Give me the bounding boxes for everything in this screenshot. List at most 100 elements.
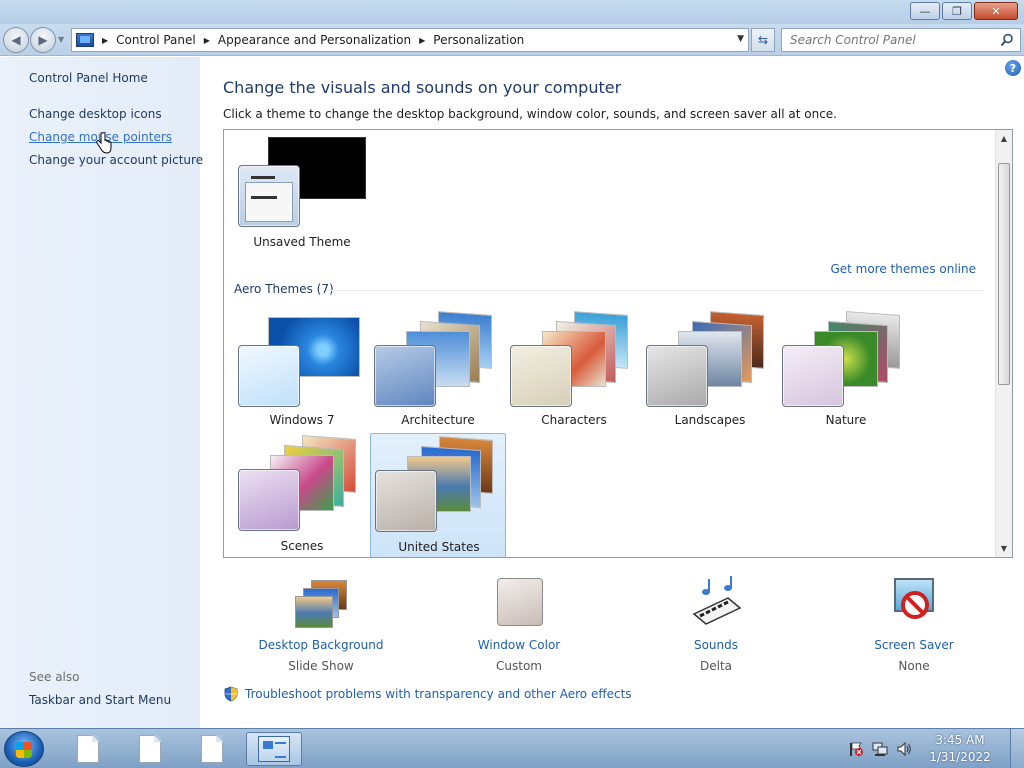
theme-scenes[interactable]: Scenes	[234, 433, 370, 557]
personalization-icon	[258, 736, 290, 762]
change-desktop-icons-link[interactable]: Change desktop icons	[29, 107, 162, 121]
control-panel-icon	[76, 33, 94, 47]
address-dropdown-icon[interactable]: ▼	[737, 34, 744, 44]
navigation-bar: ◀ ▶ ▼ ▶ Control Panel ▶ Appearance and P…	[0, 24, 1024, 56]
search-box[interactable]	[781, 28, 1021, 52]
scrollbar-thumb[interactable]	[998, 163, 1010, 385]
maximize-button[interactable]: ❐	[942, 2, 972, 20]
change-account-picture-link[interactable]: Change your account picture	[29, 153, 203, 167]
clock-time: 3:45 AM	[935, 733, 985, 747]
search-icon[interactable]	[1000, 33, 1014, 47]
setting-value: Custom	[496, 659, 542, 673]
setting-name[interactable]: Sounds	[616, 638, 816, 652]
troubleshoot-link[interactable]: Troubleshoot problems with transparency …	[245, 687, 632, 701]
sounds-icon	[688, 576, 744, 632]
desktop-background-setting[interactable]: Desktop Background Slide Show	[221, 576, 421, 673]
architecture-color-swatch	[374, 345, 436, 407]
help-icon[interactable]: ?	[1005, 60, 1021, 76]
minimize-button[interactable]: —	[910, 2, 940, 20]
get-more-themes-link[interactable]: Get more themes online	[830, 262, 976, 276]
group-divider	[326, 290, 984, 291]
theme-unsaved[interactable]: Unsaved Theme	[234, 135, 370, 261]
setting-name[interactable]: Window Color	[419, 638, 619, 652]
screen-saver-icon	[886, 576, 942, 632]
scenes-color-swatch	[238, 469, 300, 531]
setting-name[interactable]: Screen Saver	[814, 638, 1014, 652]
theme-characters[interactable]: Characters	[506, 309, 642, 435]
window-color-setting[interactable]: Window Color Custom	[419, 576, 619, 673]
address-bar[interactable]: ▶ Control Panel ▶ Appearance and Persona…	[71, 28, 749, 52]
theme-list[interactable]: Unsaved Theme Get more themes online Aer…	[223, 129, 1013, 558]
clock-date: 1/31/2022	[929, 750, 991, 764]
document-icon	[139, 735, 161, 763]
unsaved-theme-color-swatch	[238, 165, 300, 227]
hand-cursor-icon	[96, 132, 112, 154]
window-color-icon	[491, 576, 547, 632]
theme-list-scrollbar[interactable]: ▲ ▼	[995, 130, 1012, 557]
theme-nature[interactable]: Nature	[778, 309, 914, 435]
recent-pages-chevron-icon[interactable]: ▼	[58, 35, 64, 44]
scroll-up-arrow-icon[interactable]: ▲	[996, 130, 1012, 147]
troubleshoot-row[interactable]: Troubleshoot problems with transparency …	[223, 686, 632, 702]
task-pane: Control Panel Home Change desktop icons …	[0, 57, 203, 728]
theme-label: Unsaved Theme	[253, 235, 351, 249]
theme-united-states[interactable]: United States	[370, 433, 506, 557]
breadcrumb-appearance[interactable]: Appearance and Personalization	[218, 33, 411, 47]
theme-label: Nature	[825, 413, 867, 427]
taskbar-start-menu-link[interactable]: Taskbar and Start Menu	[29, 693, 171, 707]
breadcrumb-separator-icon[interactable]: ▶	[419, 36, 425, 45]
breadcrumb-personalization[interactable]: Personalization	[433, 33, 524, 47]
taskbar-document-button[interactable]	[184, 732, 240, 766]
system-clock[interactable]: 3:45 AM 1/31/2022	[920, 732, 1000, 766]
characters-color-swatch	[510, 345, 572, 407]
landscapes-color-swatch	[646, 345, 708, 407]
desktop-background-icon	[293, 576, 349, 632]
control-panel-home-link[interactable]: Control Panel Home	[29, 71, 148, 85]
search-input[interactable]	[790, 33, 990, 47]
network-icon[interactable]	[872, 741, 888, 757]
taskbar-personalization-button[interactable]	[246, 732, 302, 766]
taskbar: 3:45 AM 1/31/2022	[0, 728, 1024, 768]
show-desktop-button[interactable]	[1010, 729, 1024, 768]
volume-icon[interactable]	[896, 741, 912, 757]
breadcrumb-separator-icon[interactable]: ▶	[102, 36, 108, 45]
setting-value: Delta	[699, 659, 732, 673]
refresh-button[interactable]: ⇆	[751, 28, 775, 52]
setting-value: Slide Show	[288, 659, 354, 673]
taskbar-document-button[interactable]	[122, 732, 178, 766]
forward-button[interactable]: ▶	[30, 27, 56, 53]
document-icon	[201, 735, 223, 763]
notification-area: 3:45 AM 1/31/2022	[848, 729, 1024, 768]
theme-architecture[interactable]: Architecture	[370, 309, 506, 435]
theme-label: Characters	[541, 413, 607, 427]
window-title-bar: — ❐ ✕	[0, 0, 1024, 24]
shield-icon	[224, 686, 238, 702]
scroll-down-arrow-icon[interactable]: ▼	[996, 540, 1012, 557]
start-button[interactable]	[4, 731, 44, 767]
close-button[interactable]: ✕	[974, 2, 1018, 20]
nature-color-swatch	[782, 345, 844, 407]
taskbar-document-button[interactable]	[60, 732, 116, 766]
united-states-color-swatch	[375, 470, 437, 532]
theme-label: Architecture	[401, 413, 475, 427]
action-center-flag-icon[interactable]	[848, 741, 864, 757]
theme-windows-7[interactable]: Windows 7	[234, 309, 370, 435]
setting-name[interactable]: Desktop Background	[221, 638, 421, 652]
theme-label: Windows 7	[269, 413, 335, 427]
setting-value: None	[898, 659, 930, 673]
back-button[interactable]: ◀	[3, 27, 29, 53]
page-title: Change the visuals and sounds on your co…	[223, 78, 622, 97]
see-also-heading: See also	[29, 670, 80, 684]
windows-7-color-swatch	[238, 345, 300, 407]
theme-landscapes[interactable]: Landscapes	[642, 309, 778, 435]
sounds-setting[interactable]: Sounds Delta	[616, 576, 816, 673]
theme-label: United States	[398, 540, 480, 554]
theme-label: Scenes	[280, 539, 324, 553]
page-description: Click a theme to change the desktop back…	[223, 107, 837, 121]
screen-saver-setting[interactable]: Screen Saver None	[814, 576, 1014, 673]
aero-themes-group-label: Aero Themes (7)	[234, 282, 334, 296]
document-icon	[77, 735, 99, 763]
theme-label: Landscapes	[674, 413, 746, 427]
breadcrumb-control-panel[interactable]: Control Panel	[116, 33, 196, 47]
breadcrumb-separator-icon[interactable]: ▶	[204, 36, 210, 45]
